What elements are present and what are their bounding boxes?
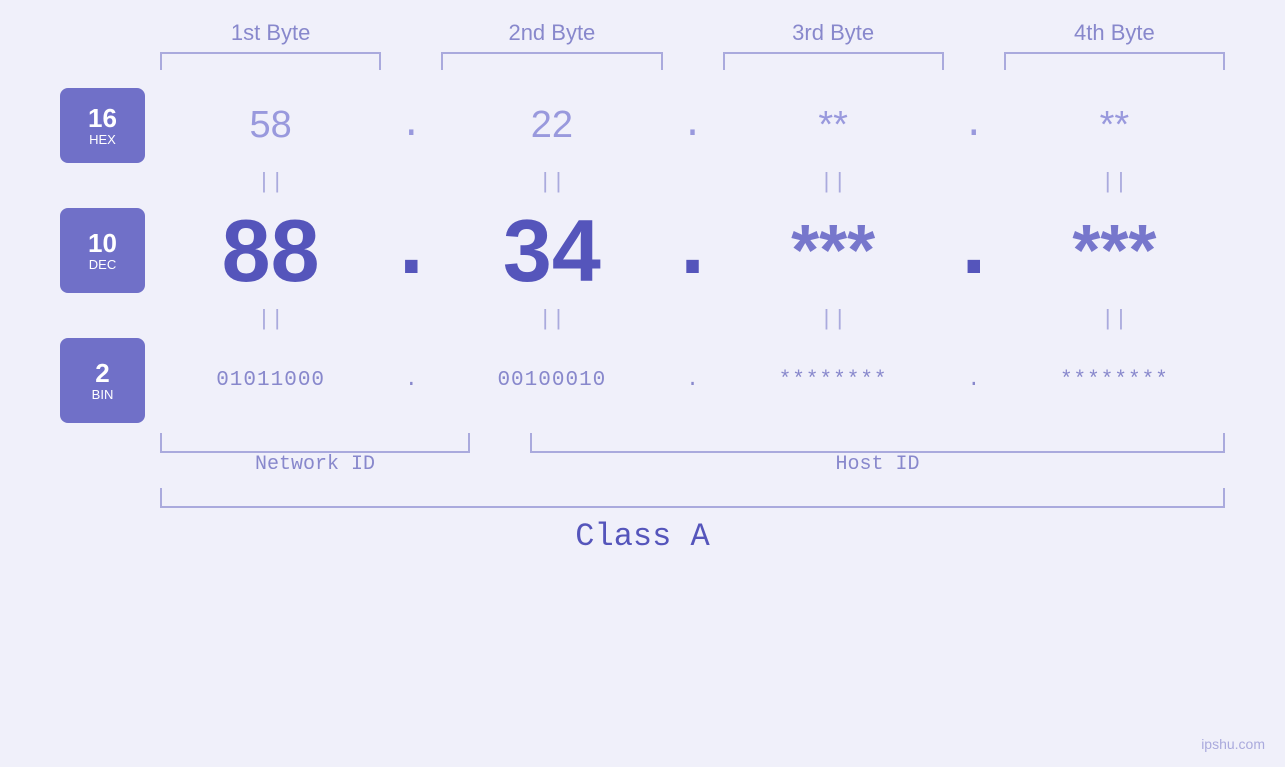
bin-badge-number: 2 <box>95 359 109 388</box>
hex-byte4: ** <box>1004 104 1225 147</box>
dec-dot1: . <box>381 201 441 300</box>
eq1-b2: || <box>441 170 662 195</box>
bin-badge: 2 BIN <box>60 338 145 423</box>
dec-badge: 10 DEC <box>60 208 145 293</box>
eq2-b2: || <box>441 307 662 332</box>
hex-byte2: 22 <box>441 104 662 147</box>
eq1-b3: || <box>723 170 944 195</box>
byte3-header: 3rd Byte <box>723 20 944 46</box>
host-bracket <box>530 433 1225 453</box>
bin-byte3: ******** <box>723 369 944 392</box>
bin-byte2: 00100010 <box>441 369 662 392</box>
eq2-b1: || <box>160 307 381 332</box>
class-label: Class A <box>60 518 1225 555</box>
equals-row-1: || || || || <box>60 163 1225 201</box>
hex-dot3: . <box>944 104 1004 147</box>
footer-text: ipshu.com <box>1201 736 1265 752</box>
hex-row: 16 HEX 58 . 22 . ** . ** <box>60 88 1225 163</box>
eq1-b4: || <box>1004 170 1225 195</box>
bin-dot2: . <box>663 369 723 392</box>
hex-byte3: ** <box>723 104 944 147</box>
network-host-labels: Network ID Host ID <box>60 453 1225 476</box>
bracket-byte2 <box>441 52 662 70</box>
dec-byte1: 88 <box>160 207 381 295</box>
equals-row-2: || || || || <box>60 300 1225 338</box>
hex-byte1: 58 <box>160 104 381 147</box>
network-id-label: Network ID <box>160 453 470 476</box>
hex-badge: 16 HEX <box>60 88 145 163</box>
hex-dot2: . <box>663 104 723 147</box>
class-bracket <box>160 488 1225 508</box>
dec-row: 10 DEC 88 . 34 . *** . *** <box>60 201 1225 300</box>
bracket-byte1 <box>160 52 381 70</box>
dec-byte3: *** <box>723 215 944 287</box>
main-container: 1st Byte 2nd Byte 3rd Byte 4th Byte 16 H… <box>0 0 1285 767</box>
dec-dot3: . <box>944 201 1004 300</box>
byte2-header: 2nd Byte <box>441 20 662 46</box>
byte1-header: 1st Byte <box>160 20 381 46</box>
eq2-b4: || <box>1004 307 1225 332</box>
hex-badge-number: 16 <box>88 104 117 133</box>
bracket-byte4 <box>1004 52 1225 70</box>
bin-dot1: . <box>381 369 441 392</box>
network-host-brackets <box>60 433 1225 453</box>
host-id-label: Host ID <box>530 453 1225 476</box>
bin-byte1: 01011000 <box>160 369 381 392</box>
hex-badge-label: HEX <box>89 132 116 147</box>
bracket-byte3 <box>723 52 944 70</box>
dec-badge-number: 10 <box>88 229 117 258</box>
dec-byte2: 34 <box>441 207 662 295</box>
bin-row: 2 BIN 01011000 . 00100010 . ******** . *… <box>60 338 1225 423</box>
bin-dot3: . <box>944 369 1004 392</box>
dec-badge-label: DEC <box>89 257 116 272</box>
network-bracket <box>160 433 470 453</box>
dec-dot2: . <box>663 201 723 300</box>
dec-byte4: *** <box>1004 215 1225 287</box>
eq2-b3: || <box>723 307 944 332</box>
byte4-header: 4th Byte <box>1004 20 1225 46</box>
hex-dot1: . <box>381 104 441 147</box>
bin-byte4: ******** <box>1004 369 1225 392</box>
bin-badge-label: BIN <box>92 387 114 402</box>
eq1-b1: || <box>160 170 381 195</box>
